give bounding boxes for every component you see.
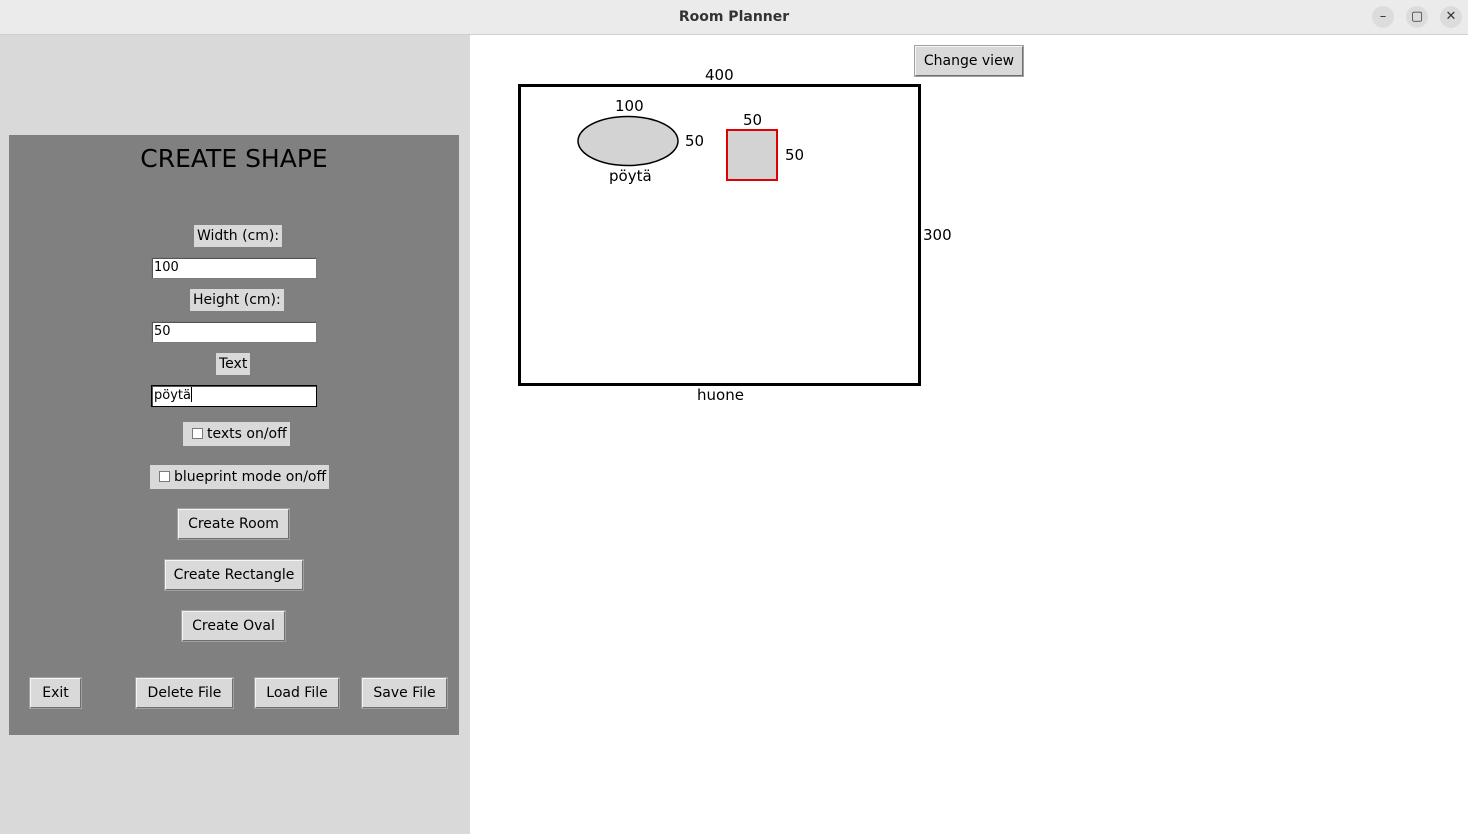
panel-title: CREATE SHAPE [140, 144, 328, 173]
load-file-button[interactable]: Load File [255, 678, 339, 708]
create-oval-button[interactable]: Create Oval [182, 611, 285, 641]
drawing-canvas[interactable]: Change view 400 300 huone 100 50 pöytä 5… [470, 35, 1468, 834]
room-width-label: 400 [705, 66, 734, 84]
rect-height-label: 50 [785, 146, 805, 164]
rectangle-shape[interactable] [726, 129, 778, 181]
left-sidebar: CREATE SHAPE Width (cm): 100 Height (cm)… [0, 35, 470, 834]
height-input[interactable]: 50 [151, 321, 317, 343]
width-input[interactable]: 100 [151, 257, 317, 279]
blueprint-toggle-label: blueprint mode on/off [174, 469, 327, 485]
title-bar: Room Planner – ▢ ✕ [0, 0, 1468, 35]
create-rectangle-button[interactable]: Create Rectangle [165, 560, 303, 590]
height-label: Height (cm): [190, 289, 284, 311]
checkbox-icon [192, 428, 203, 439]
create-room-button[interactable]: Create Room [178, 509, 289, 539]
close-icon[interactable]: ✕ [1440, 6, 1462, 28]
window-title: Room Planner [678, 9, 790, 25]
width-label: Width (cm): [194, 225, 283, 247]
oval-text-label: pöytä [609, 167, 652, 185]
create-shape-panel: CREATE SHAPE Width (cm): 100 Height (cm)… [9, 135, 459, 735]
room-outline[interactable] [518, 84, 921, 386]
texts-toggle-label: texts on/off [207, 426, 287, 442]
blueprint-toggle-checkbox[interactable]: blueprint mode on/off [150, 465, 330, 489]
oval-width-label: 100 [615, 97, 644, 115]
checkbox-icon [159, 471, 170, 482]
room-name-label: huone [697, 386, 744, 404]
room-height-label: 300 [923, 226, 952, 244]
text-input[interactable]: pöytä [151, 385, 317, 407]
room-drawing [518, 84, 921, 386]
oval-height-label: 50 [685, 132, 705, 150]
oval-shape[interactable] [577, 115, 679, 167]
exit-button[interactable]: Exit [30, 678, 81, 708]
minimize-icon[interactable]: – [1372, 6, 1394, 28]
save-file-button[interactable]: Save File [362, 678, 447, 708]
texts-toggle-checkbox[interactable]: texts on/off [183, 422, 290, 446]
delete-file-button[interactable]: Delete File [136, 678, 233, 708]
maximize-icon[interactable]: ▢ [1406, 6, 1428, 28]
rect-width-label: 50 [743, 111, 763, 129]
text-label: Text [216, 353, 251, 375]
